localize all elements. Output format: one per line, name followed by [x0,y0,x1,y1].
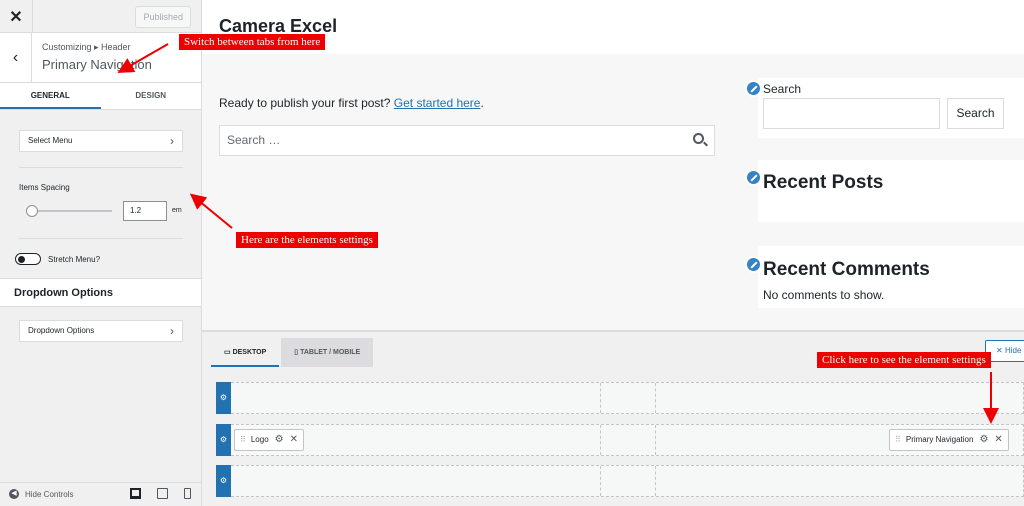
gear-icon[interactable]: ⚙ [275,430,284,450]
row-settings-gear-icon[interactable]: ⚙ [216,465,231,497]
items-spacing-unit: em [172,207,182,214]
edit-pencil-icon[interactable] [745,80,762,97]
dropdown-options-button[interactable]: Dropdown Options › [19,320,183,342]
stretch-menu-label: Stretch Menu? [48,255,101,264]
tab-desktop-label: Desktop [232,349,267,356]
tab-general[interactable]: General [0,83,101,109]
tablet-icon[interactable] [157,488,168,499]
dropdown-section-title: Dropdown Options [0,278,201,307]
select-menu-button[interactable]: Select Menu › [19,130,183,152]
logo-element-chip[interactable]: ⠿ Logo ⚙ ✕ [234,429,305,451]
column-divider [655,383,656,413]
published-button[interactable]: Published [135,6,191,28]
search-input[interactable]: Search … [219,125,715,156]
ready-period: . [480,96,484,110]
edit-pencil-icon[interactable] [745,256,762,273]
collapse-icon: ◀ [9,489,19,499]
column-divider [600,425,601,455]
mobile-icon[interactable] [184,488,191,499]
sidebar-topbar: ✕ Published [0,0,201,33]
primary-navigation-chip-label: Primary Navigation [905,435,974,444]
select-menu-label: Select Menu [28,136,73,145]
builder-device-tabs: ▭ Desktop ▯ Tablet / Mobile [211,338,374,367]
gear-icon[interactable]: ⚙ [979,430,988,450]
annotation-elements: Here are the elements settings [236,232,378,248]
items-spacing-slider-track[interactable] [28,210,112,212]
column-divider [655,466,656,496]
builder-row-main[interactable]: ⚙ ⠿ Logo ⚙ ✕ ⠿ Primary Navigation ⚙ ✕ [216,424,1024,456]
row-settings-gear-icon[interactable]: ⚙ [216,424,231,456]
chevron-left-icon[interactable]: ‹ [0,33,32,82]
sidebar-footer: ◀ Hide Controls [0,482,201,506]
column-divider [655,425,656,455]
tab-design[interactable]: Design [101,83,202,109]
sidebar-tabs: General Design [0,83,201,110]
search-widget-input[interactable] [763,98,940,129]
builder-row-bottom[interactable]: ⚙ [216,465,1024,497]
recent-comments-heading: Recent Comments [763,259,930,280]
toggle-knob [18,256,25,263]
search-widget-label: Search [763,82,802,96]
panel-title: Primary Navigation [42,57,152,72]
sidebar-header: ‹ Customizing ▸ Header Primary Navigatio… [0,33,201,83]
breadcrumb: Customizing ▸ Header [42,42,131,52]
primary-navigation-element-chip[interactable]: ⠿ Primary Navigation ⚙ ✕ [889,429,1009,451]
divider [19,167,183,168]
row-settings-gear-icon[interactable]: ⚙ [216,382,231,414]
search-widget-button[interactable]: Search [947,98,1004,129]
items-spacing-label: Items Spacing [19,183,70,192]
builder-row-top[interactable]: ⚙ [216,382,1024,414]
ready-text: Ready to publish your first post? [219,96,391,110]
dropdown-options-label: Dropdown Options [28,326,95,335]
tab-tablet-mobile-label: Tablet / Mobile [300,349,361,356]
items-spacing-slider-handle[interactable] [26,205,38,217]
site-preview: Camera Excel Ready to publish your first… [202,0,1024,330]
desktop-icon[interactable] [130,488,141,499]
hide-builder-button[interactable]: ✕ Hide [985,340,1024,362]
remove-icon[interactable]: ✕ [290,430,298,450]
device-switcher [130,488,191,499]
no-comments-text: No comments to show. [763,288,885,302]
edit-pencil-icon[interactable] [745,169,762,186]
recent-posts-heading: Recent Posts [763,172,884,193]
logo-chip-label: Logo [250,435,269,444]
chevron-right-icon: › [170,134,174,148]
tab-tablet-mobile[interactable]: ▯ Tablet / Mobile [281,338,374,367]
tab-desktop[interactable]: ▭ Desktop [211,338,280,367]
chevron-right-icon: › [170,324,174,338]
hide-controls-button[interactable]: ◀ Hide Controls [9,489,73,499]
items-spacing-input[interactable]: 1.2 [123,201,167,221]
column-divider [600,466,601,496]
close-icon[interactable]: ✕ [0,0,33,33]
drag-handle-icon[interactable]: ⠿ [240,430,246,450]
hide-builder-label: Hide [1004,346,1022,355]
column-divider [600,383,601,413]
search-icon[interactable] [693,133,704,144]
hide-controls-label: Hide Controls [25,489,74,499]
customizer-sidebar: ✕ Published ‹ Customizing ▸ Header Prima… [0,0,202,506]
annotation-click: Click here to see the element settings [817,352,991,368]
search-placeholder: Search … [227,133,281,147]
ready-to-publish-text: Ready to publish your first post? Get st… [219,96,484,110]
divider [19,238,183,239]
stretch-menu-toggle[interactable] [15,253,41,265]
annotation-tabs: Switch between tabs from here [179,34,326,50]
remove-icon[interactable]: ✕ [994,430,1002,450]
drag-handle-icon[interactable]: ⠿ [895,430,901,450]
get-started-link[interactable]: Get started here [394,96,481,110]
